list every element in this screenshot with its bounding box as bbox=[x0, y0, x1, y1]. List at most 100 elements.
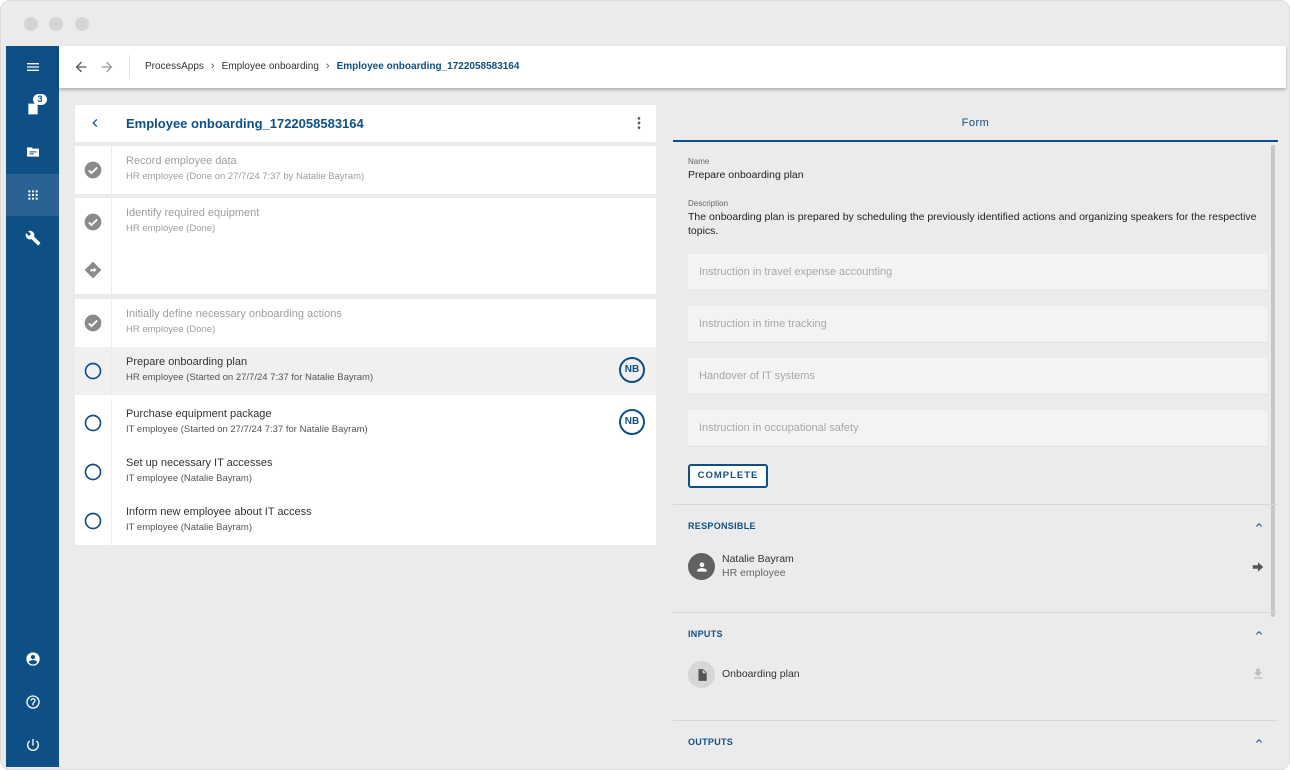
breadcrumb-current: Employee onboarding_1722058583164 bbox=[336, 60, 520, 72]
task-status-cell bbox=[75, 198, 112, 246]
download-icon bbox=[1253, 668, 1263, 679]
task-subtitle: IT employee (Natalie Bayram) bbox=[126, 473, 253, 484]
form-field-time-tracking[interactable] bbox=[688, 306, 1267, 343]
chevron-right-icon: › bbox=[325, 60, 330, 72]
task-item[interactable]: Initially define necessary onboarding ac… bbox=[75, 299, 656, 347]
task-title: Inform new employee about IT access bbox=[126, 506, 312, 518]
check-circle-icon bbox=[84, 161, 102, 179]
window-close-dot[interactable] bbox=[24, 17, 38, 31]
responsible-section-title[interactable]: RESPONSIBLE bbox=[688, 521, 756, 531]
sidebar-item-apps[interactable] bbox=[6, 174, 59, 216]
assignee-avatar[interactable]: NB bbox=[619, 357, 645, 383]
task-group: Identify required equipment HR employee … bbox=[75, 198, 656, 294]
open-circle-icon bbox=[84, 362, 102, 380]
input-document-name[interactable]: Onboarding plan bbox=[722, 668, 800, 680]
task-title: Prepare onboarding plan bbox=[126, 356, 248, 368]
gateway-diamond-icon bbox=[84, 261, 102, 279]
task-group: Initially define necessary onboarding ac… bbox=[75, 299, 656, 545]
open-circle-icon bbox=[84, 414, 102, 432]
task-detail-panel: Form Name Prepare onboarding plan Descri… bbox=[673, 105, 1278, 767]
task-group: Record employee data HR employee (Done o… bbox=[75, 146, 656, 194]
inputs-section-title[interactable]: INPUTS bbox=[688, 629, 723, 639]
back-button[interactable] bbox=[73, 59, 89, 75]
sidebar: 3 bbox=[6, 46, 59, 767]
chevron-right-icon: › bbox=[210, 60, 215, 72]
task-status-cell bbox=[75, 447, 112, 496]
document-icon bbox=[698, 668, 707, 681]
task-title: Set up necessary IT accesses bbox=[126, 457, 273, 469]
arrow-forward-icon bbox=[1252, 562, 1264, 572]
task-subtitle: HR employee (Done) bbox=[126, 223, 216, 234]
breadcrumb-processapps[interactable]: ProcessApps bbox=[145, 61, 204, 72]
arrow-right-icon bbox=[101, 61, 113, 73]
task-item[interactable]: Inform new employee about IT access IT e… bbox=[75, 496, 656, 545]
apps-grid-icon bbox=[27, 190, 38, 200]
task-count-badge: 3 bbox=[33, 94, 47, 105]
panel-scrollbar[interactable] bbox=[1271, 145, 1275, 617]
section-divider bbox=[673, 612, 1278, 613]
nav-separator bbox=[129, 55, 130, 79]
open-circle-icon bbox=[84, 463, 102, 480]
task-status-cell bbox=[75, 299, 112, 347]
top-bar: ProcessApps › Employee onboarding › Empl… bbox=[59, 46, 1286, 88]
task-item[interactable]: Identify required equipment HR employee … bbox=[75, 198, 656, 246]
collapse-outputs-button[interactable] bbox=[1253, 735, 1265, 747]
responsible-role: HR employee bbox=[722, 567, 786, 579]
task-item[interactable]: Set up necessary IT accesses IT employee… bbox=[75, 447, 656, 496]
window-titlebar bbox=[1, 1, 1289, 46]
folder-icon bbox=[26, 147, 39, 157]
forward-button[interactable] bbox=[99, 59, 115, 75]
wrench-icon bbox=[25, 230, 40, 246]
sidebar-item-tools[interactable] bbox=[6, 217, 59, 259]
name-value: Prepare onboarding plan bbox=[688, 169, 804, 181]
arrow-left-icon bbox=[75, 61, 87, 73]
document-avatar bbox=[688, 661, 715, 688]
instance-menu-button[interactable] bbox=[631, 115, 647, 131]
sidebar-logout-button[interactable] bbox=[6, 724, 59, 766]
assignee-avatar[interactable]: NB bbox=[619, 409, 645, 435]
outputs-section-title[interactable]: OUTPUTS bbox=[688, 737, 733, 747]
responsible-name: Natalie Bayram bbox=[722, 553, 794, 565]
menu-icon bbox=[26, 63, 39, 71]
breadcrumb-process[interactable]: Employee onboarding bbox=[222, 61, 319, 72]
form-field-occupational-safety[interactable] bbox=[688, 410, 1267, 447]
task-subtitle: HR employee (Done on 27/7/24 7:37 by Nat… bbox=[126, 171, 365, 182]
chevron-up-icon bbox=[1256, 631, 1262, 635]
reassign-button[interactable] bbox=[1251, 560, 1265, 574]
sidebar-item-files[interactable] bbox=[6, 131, 59, 173]
task-status-cell bbox=[75, 399, 112, 447]
chevron-up-icon bbox=[1256, 739, 1262, 743]
task-item[interactable]: Purchase equipment package IT employee (… bbox=[75, 399, 656, 447]
form-field-it-handover[interactable] bbox=[688, 358, 1267, 395]
sidebar-item-tasks[interactable]: 3 bbox=[6, 88, 59, 130]
tab-form[interactable]: Form bbox=[673, 105, 1278, 142]
task-subtitle: IT employee (Natalie Bayram) bbox=[126, 522, 253, 533]
open-circle-icon bbox=[84, 512, 102, 529]
window-maximize-dot[interactable] bbox=[75, 17, 89, 31]
collapse-inputs-button[interactable] bbox=[1253, 627, 1265, 639]
person-icon bbox=[696, 561, 707, 572]
sidebar-help-button[interactable] bbox=[6, 681, 59, 723]
more-vert-icon bbox=[637, 117, 641, 129]
sidebar-account-button[interactable] bbox=[6, 638, 59, 680]
complete-button[interactable]: COMPLETE bbox=[688, 464, 768, 488]
task-status-cell bbox=[75, 347, 112, 395]
window-minimize-dot[interactable] bbox=[49, 17, 63, 31]
task-subtitle: HR employee (Done) bbox=[126, 324, 216, 335]
task-subtitle: HR employee (Started on 27/7/24 7:37 for… bbox=[126, 372, 374, 383]
collapse-instance-button[interactable] bbox=[87, 115, 103, 131]
section-divider bbox=[673, 720, 1278, 721]
task-status-cell bbox=[75, 246, 112, 294]
task-item[interactable]: Record employee data HR employee (Done o… bbox=[75, 146, 656, 194]
sidebar-menu-button[interactable] bbox=[6, 46, 59, 88]
app-window: 3 ProcessApps › Employee onboarding › Em… bbox=[0, 0, 1290, 770]
task-title: Record employee data bbox=[126, 155, 237, 167]
collapse-responsible-button[interactable] bbox=[1253, 519, 1265, 531]
task-status-cell bbox=[75, 496, 112, 545]
task-item-selected[interactable]: Prepare onboarding plan HR employee (Sta… bbox=[75, 347, 656, 395]
form-field-travel-expense[interactable] bbox=[688, 254, 1267, 291]
task-status-cell bbox=[75, 146, 112, 194]
download-button[interactable] bbox=[1251, 667, 1265, 681]
name-label: Name bbox=[688, 157, 710, 166]
task-title: Initially define necessary onboarding ac… bbox=[126, 308, 342, 320]
